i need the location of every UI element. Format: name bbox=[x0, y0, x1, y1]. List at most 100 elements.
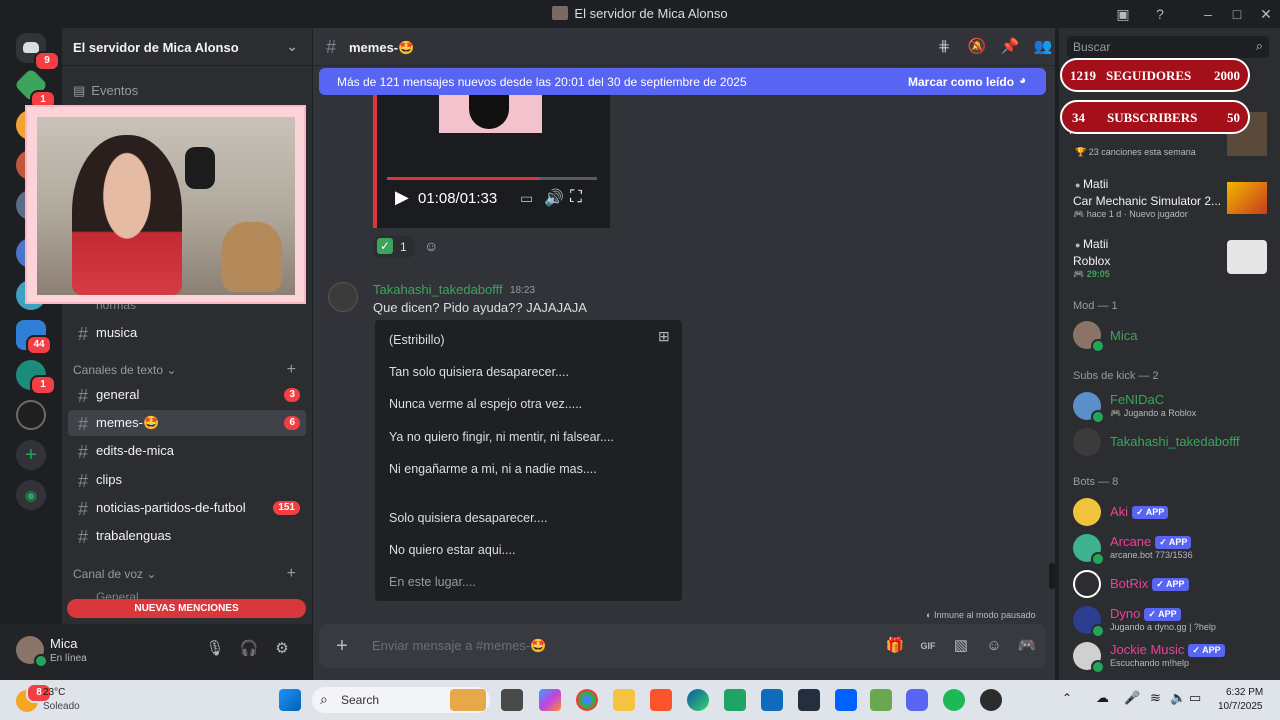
member-name[interactable]: BotRix ✓ APP bbox=[1110, 576, 1189, 591]
taskbar-search-label: Search bbox=[341, 693, 380, 707]
avatar[interactable] bbox=[1073, 428, 1101, 456]
hash-icon: # bbox=[78, 499, 89, 519]
channel-musica[interactable]: # musica bbox=[68, 320, 306, 346]
spotify-icon[interactable] bbox=[943, 689, 965, 711]
server-name: El servidor de Mica Alonso bbox=[73, 40, 239, 55]
avatar[interactable] bbox=[328, 282, 358, 312]
app-badge: ✓ APP bbox=[1188, 644, 1225, 657]
video-embed[interactable]: ▶ 01:08/01:33 ▭ 🔊 ⛶ bbox=[373, 95, 610, 228]
chrome-icon[interactable] bbox=[576, 689, 598, 711]
volume-icon[interactable]: 🔊 bbox=[544, 188, 564, 208]
play-icon[interactable]: ▶ bbox=[395, 187, 409, 208]
grid-icon[interactable]: ⊞ bbox=[658, 328, 670, 345]
inbox-icon[interactable]: ▣ bbox=[1112, 4, 1134, 24]
close-button[interactable]: ✕ bbox=[1255, 4, 1277, 24]
gift-icon[interactable]: 🎁 bbox=[884, 635, 906, 657]
battery-icon[interactable]: ▭ bbox=[1189, 690, 1201, 706]
taskbar-search[interactable]: ⌕ Search bbox=[312, 687, 490, 713]
mark-read-link[interactable]: Marcar como leído bbox=[908, 75, 1014, 89]
channel-trabalenguas[interactable]: # trabalenguas bbox=[68, 523, 306, 549]
fullscreen-icon[interactable]: ⛶ bbox=[570, 187, 582, 207]
sticker-icon[interactable]: ▧ bbox=[950, 635, 972, 657]
gear-icon[interactable]: ⚙ bbox=[271, 638, 293, 660]
activity-user[interactable]: ● Matii bbox=[1075, 237, 1108, 251]
member-name[interactable]: Jockie Music ✓ APP bbox=[1110, 642, 1225, 657]
microphone-icon[interactable]: 🎤 bbox=[1124, 690, 1140, 706]
wifi-icon[interactable]: ≋ bbox=[1150, 690, 1161, 706]
channel-memes[interactable]: # memes-🤩 6 bbox=[68, 410, 306, 436]
discord-home-icon[interactable]: 9 bbox=[16, 33, 60, 71]
copilot-icon[interactable] bbox=[539, 689, 561, 711]
obs-icon[interactable] bbox=[980, 689, 1002, 711]
member-name[interactable]: Dyno ✓ APP bbox=[1110, 606, 1181, 621]
member-name[interactable]: Arcane ✓ APP bbox=[1110, 534, 1192, 549]
activity-title: Roblox bbox=[1073, 254, 1111, 268]
amazon-icon[interactable] bbox=[798, 689, 820, 711]
microphone-icon[interactable]: 🎙 bbox=[204, 638, 226, 660]
server-icon-dark[interactable] bbox=[16, 400, 46, 430]
member-name[interactable]: Aki ✓ APP bbox=[1110, 504, 1169, 519]
task-view-icon[interactable] bbox=[501, 689, 523, 711]
discord-icon[interactable] bbox=[906, 689, 928, 711]
minimize-button[interactable]: – bbox=[1197, 4, 1219, 24]
pin-icon[interactable]: 📌 bbox=[999, 36, 1021, 58]
lyric-line: Tan solo quisiera desaparecer.... bbox=[389, 365, 569, 379]
headphones-icon[interactable]: 🎧 bbox=[238, 638, 260, 660]
volume-icon[interactable]: 🔈 bbox=[1170, 690, 1186, 706]
cloud-icon[interactable]: ☁ bbox=[1096, 690, 1109, 706]
add-attachment-icon[interactable]: + bbox=[331, 635, 353, 657]
threads-icon[interactable]: ⋕ bbox=[933, 36, 955, 58]
add-voice-channel-icon[interactable]: + bbox=[287, 565, 296, 583]
avatar[interactable] bbox=[1073, 498, 1101, 526]
file-explorer-icon[interactable] bbox=[613, 689, 635, 711]
emoji-icon[interactable]: ☺ bbox=[983, 635, 1005, 657]
new-mentions-button[interactable]: NUEVAS MENCIONES bbox=[67, 599, 306, 618]
channel-clips[interactable]: # clips bbox=[68, 467, 306, 493]
lyric-line: (Estribillo) bbox=[389, 333, 445, 347]
voice-category[interactable]: Canal de voz ⌄ bbox=[73, 567, 156, 581]
dropbox-icon[interactable] bbox=[835, 689, 857, 711]
add-reaction-icon[interactable]: ☺ bbox=[424, 238, 438, 254]
brave-icon[interactable] bbox=[650, 689, 672, 711]
gif-icon[interactable]: GIF bbox=[917, 635, 939, 657]
clock-date[interactable]: 10/7/2025 bbox=[1218, 701, 1263, 712]
activity-user[interactable]: ● Matii bbox=[1075, 177, 1108, 191]
lyric-line: Solo quisiera desaparecer.... bbox=[389, 511, 548, 525]
mute-bell-icon[interactable]: 🔕 bbox=[966, 36, 988, 58]
server-header[interactable]: El servidor de Mica Alonso ⌄ bbox=[62, 28, 312, 66]
edge-icon[interactable] bbox=[687, 689, 709, 711]
new-messages-bar[interactable]: Más de 121 mensajes nuevos desde las 20:… bbox=[319, 68, 1046, 95]
events-item[interactable]: ▤ Eventos bbox=[73, 83, 138, 99]
add-channel-icon[interactable]: + bbox=[287, 361, 296, 379]
search-input[interactable]: Buscar ⌕ bbox=[1067, 36, 1269, 58]
subscribers-counter: 34 SUBSCRIBERS 50 bbox=[1060, 100, 1250, 134]
start-icon[interactable] bbox=[279, 689, 301, 711]
maximize-button[interactable]: □ bbox=[1226, 4, 1248, 24]
help-icon[interactable]: ? bbox=[1149, 4, 1171, 24]
scrollbar-thumb[interactable] bbox=[1049, 563, 1055, 589]
captions-icon[interactable]: ▭ bbox=[520, 190, 533, 207]
discover-icon[interactable]: ◉ bbox=[16, 480, 46, 510]
minecraft-icon[interactable] bbox=[870, 689, 892, 711]
channel-label: trabalenguas bbox=[96, 528, 172, 543]
message-author[interactable]: Takahashi_takedabofff bbox=[373, 282, 503, 297]
channel-general[interactable]: # general 3 bbox=[68, 382, 306, 408]
kick-icon[interactable] bbox=[724, 689, 746, 711]
chevron-up-icon[interactable]: ⌃ bbox=[1062, 691, 1072, 705]
clock-time[interactable]: 6:32 PM bbox=[1226, 687, 1263, 698]
channel-edits[interactable]: # edits-de-mica bbox=[68, 438, 306, 464]
avatar[interactable] bbox=[1073, 570, 1101, 598]
member-name[interactable]: FeNIDaC bbox=[1110, 392, 1164, 407]
reaction-check[interactable]: ✓ 1 bbox=[373, 236, 415, 258]
channel-noticias[interactable]: # noticias-partidos-de-futbol 151 bbox=[68, 495, 306, 521]
message-input[interactable]: Enviar mensaje a #memes-🤩 bbox=[372, 638, 546, 654]
video-progress-track[interactable] bbox=[387, 177, 597, 180]
user-name[interactable]: Mica bbox=[50, 636, 77, 651]
gamepad-icon[interactable]: 🎮 bbox=[1016, 635, 1038, 657]
store-icon[interactable] bbox=[761, 689, 783, 711]
add-server-icon[interactable]: + bbox=[16, 440, 46, 470]
member-name[interactable]: Takahashi_takedabofff bbox=[1110, 434, 1240, 449]
members-icon[interactable]: 👥 bbox=[1032, 36, 1054, 58]
text-category[interactable]: Canales de texto ⌄ bbox=[73, 363, 176, 377]
member-name[interactable]: Mica bbox=[1110, 328, 1137, 343]
